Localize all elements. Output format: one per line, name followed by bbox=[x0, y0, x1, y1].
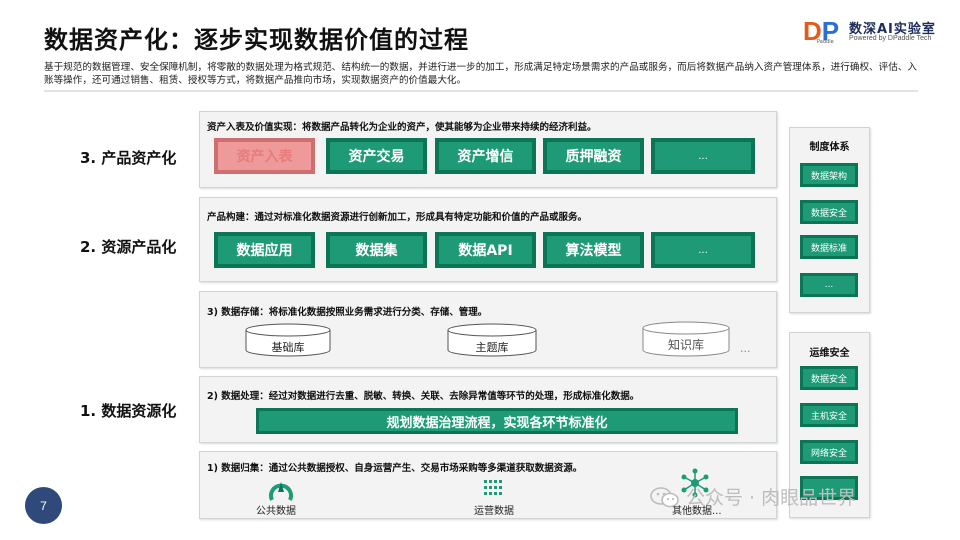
db-topic-label: 主题库 bbox=[475, 341, 509, 354]
product-panel-title: 产品构建：通过对标准化数据资源进行创新加工，形成具有特定功能和价值的产品或服务。 bbox=[207, 212, 588, 223]
asset-item-trade: 资产交易 bbox=[326, 138, 427, 174]
db-knowledge-label: 知识库 bbox=[667, 338, 704, 352]
security-item-host: 主机安全 bbox=[800, 403, 858, 427]
db-basic-label: 基础库 bbox=[271, 341, 305, 354]
governance-bar: 规划数据治理流程，实现各环节标准化 bbox=[256, 408, 738, 434]
security-title: 运维安全 bbox=[809, 348, 850, 359]
system-side-panel: 制度体系 数据架构 数据安全 数据标准 ... bbox=[789, 127, 870, 313]
asset-item-entry: 资产入表 bbox=[214, 138, 315, 174]
system-item-security: 数据安全 bbox=[800, 200, 858, 224]
logo-d-sub: Paddle bbox=[817, 39, 834, 45]
db-topic: 主题库 bbox=[446, 322, 538, 358]
product-item-app: 数据应用 bbox=[214, 232, 315, 268]
storage-panel-title: 3) 数据存储：将标准化数据按照业务需求进行分类、存储、管理。 bbox=[207, 307, 488, 318]
product-panel: 产品构建：通过对标准化数据资源进行创新加工，形成具有特定功能和价值的产品或服务。… bbox=[199, 197, 777, 282]
product-item-api: 数据API bbox=[435, 232, 536, 268]
source-operation: 运营数据 bbox=[474, 506, 514, 517]
asset-panel: 资产入表及价值实现：将数据产品转化为企业的资产，使其能够为企业带来持续的经济利益… bbox=[199, 111, 777, 188]
watermark: 公众号 · 肉眼品世界 bbox=[650, 483, 856, 510]
logo-subtitle: Powered by DPaddle Tech bbox=[849, 35, 932, 42]
storage-panel: 3) 数据存储：将标准化数据按照业务需求进行分类、存储、管理。 基础库 主题库 … bbox=[199, 291, 777, 368]
system-title: 制度体系 bbox=[809, 142, 850, 153]
product-item-algorithm: 算法模型 bbox=[543, 232, 644, 268]
page-title: 数据资产化：逐步实现数据价值的过程 bbox=[44, 26, 469, 54]
asset-item-pledge: 质押融资 bbox=[543, 138, 644, 174]
watermark-text: 公众号 · 肉眼品世界 bbox=[686, 487, 857, 509]
asset-item-credit: 资产增信 bbox=[435, 138, 536, 174]
db-knowledge: 知识库 bbox=[641, 320, 731, 358]
storage-more: ... bbox=[740, 342, 751, 355]
security-item-network: 网络安全 bbox=[800, 440, 858, 464]
level1-label: 1. 数据资源化 bbox=[80, 402, 177, 420]
system-item-architecture: 数据架构 bbox=[800, 163, 858, 187]
header-divider bbox=[44, 90, 918, 92]
source-public: 公共数据 bbox=[256, 506, 296, 517]
security-item-data: 数据安全 bbox=[800, 366, 858, 390]
system-item-more: ... bbox=[800, 273, 858, 297]
asset-panel-title: 资产入表及价值实现：将数据产品转化为企业的资产，使其能够为企业带来持续的经济利益… bbox=[207, 122, 597, 133]
product-item-more: ... bbox=[651, 232, 755, 268]
wechat-icon bbox=[650, 486, 680, 508]
collect-panel-title: 1) 数据归集：通过公共数据授权、自身运营产生、交易市场采购等多渠道获取数据资源… bbox=[207, 463, 583, 474]
level3-label: 3. 产品资产化 bbox=[80, 149, 177, 167]
asset-item-more: ... bbox=[651, 138, 755, 174]
process-panel-title: 2) 数据处理：经过对数据进行去重、脱敏、转换、关联、去除异常值等环节的处理，形… bbox=[207, 391, 640, 402]
process-panel: 2) 数据处理：经过对数据进行去重、脱敏、转换、关联、去除异常值等环节的处理，形… bbox=[199, 376, 777, 443]
product-item-dataset: 数据集 bbox=[326, 232, 427, 268]
level2-label: 2. 资源产品化 bbox=[80, 238, 177, 256]
operation-data-icon bbox=[484, 480, 502, 495]
db-basic: 基础库 bbox=[244, 322, 332, 358]
system-item-standard: 数据标准 bbox=[800, 235, 858, 259]
intro-paragraph: 基于规范的数据管理、安全保障机制，将零散的数据处理为格式规范、结构统一的数据，并… bbox=[44, 62, 918, 86]
page-number: 7 bbox=[25, 487, 62, 524]
brand-logo: DP Paddle 数深AI实验室 Powered by DPaddle Tec… bbox=[803, 18, 943, 46]
public-data-icon bbox=[269, 482, 293, 501]
